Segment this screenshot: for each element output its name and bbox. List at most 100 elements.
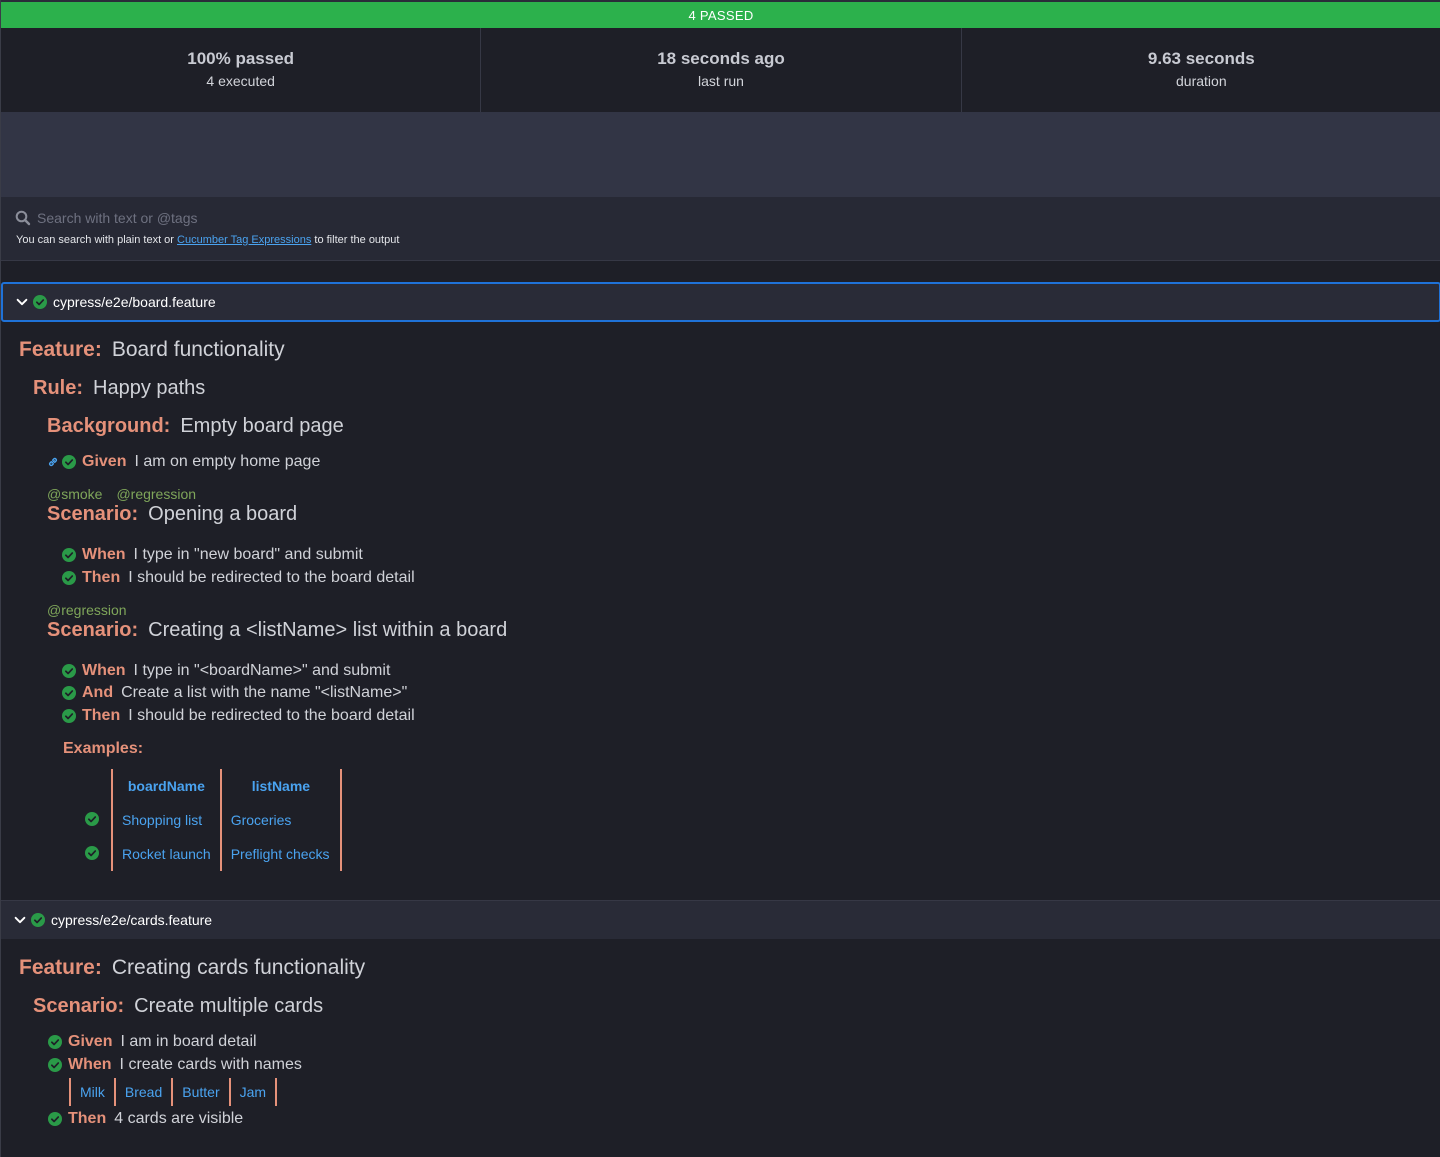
status-banner: 4 PASSED <box>1 2 1440 28</box>
cell-end <box>340 803 343 837</box>
example-cell: Rocket launch <box>111 837 220 871</box>
help-suffix: to filter the output <box>311 234 400 246</box>
header-cell: listName <box>219 769 340 803</box>
passed-check-icon <box>85 846 99 860</box>
datatable-end <box>275 1078 278 1106</box>
report-page: 4 PASSED 100% passed 4 executed 18 secon… <box>0 0 1440 1157</box>
rule-keyword: Rule: <box>33 377 83 399</box>
stat-value: 100% passed <box>187 49 295 68</box>
passed-check-icon <box>85 812 99 826</box>
step-text: I type in "<boardName>" and submit <box>133 662 391 679</box>
feature-path: cypress/e2e/board.feature <box>53 294 216 310</box>
feature-path: cypress/e2e/cards.feature <box>51 912 213 928</box>
status-cell <box>85 803 111 837</box>
tag-expressions-link[interactable]: Cucumber Tag Expressions <box>177 234 311 246</box>
passed-check-icon <box>62 455 76 469</box>
scenario-tags: @regression <box>47 602 141 620</box>
background-title: Background: Empty board page <box>47 415 344 438</box>
stat-last-run: 18 seconds ago last run <box>481 28 962 112</box>
background-name: Empty board page <box>180 415 344 437</box>
tag[interactable]: @regression <box>47 602 127 618</box>
feature-title: Feature: Creating cards functionality <box>19 956 365 980</box>
passed-check-icon <box>48 1035 62 1049</box>
passed-check-icon <box>33 295 47 309</box>
search-row <box>15 210 637 226</box>
background-keyword: Background: <box>47 415 171 437</box>
stats-panel: 100% passed 4 executed 18 seconds ago la… <box>1 28 1440 112</box>
empty-panel <box>1 112 1440 197</box>
header-cell: boardName <box>111 769 220 803</box>
step-text: 4 cards are visible <box>114 1110 244 1127</box>
feature-title: Feature: Board functionality <box>19 338 285 362</box>
feature-header-board[interactable]: cypress/e2e/board.feature <box>1 282 1440 322</box>
datatable-cell: Milk <box>69 1078 114 1106</box>
stat-value: 18 seconds ago <box>657 49 785 68</box>
step-keyword: Then <box>82 707 121 724</box>
chevron-down-icon[interactable] <box>13 913 27 927</box>
feature-keyword: Feature: <box>19 956 102 979</box>
stat-duration: 9.63 seconds duration <box>962 28 1440 112</box>
step-text: I am on empty home page <box>134 453 321 470</box>
tag[interactable]: @regression <box>116 486 196 502</box>
passed-check-icon <box>62 548 76 562</box>
stat-label: duration <box>1176 73 1227 89</box>
examples-header-row: boardName listName <box>85 769 343 803</box>
examples-row[interactable]: Rocket launch Preflight checks <box>85 837 343 871</box>
rule-name: Happy paths <box>93 377 206 399</box>
stat-label: 4 executed <box>206 73 275 89</box>
scenario-tags: @smoke @regression <box>47 486 210 504</box>
help-prefix: You can search with plain text or <box>16 234 178 246</box>
tag[interactable]: @smoke <box>47 486 102 502</box>
passed-check-icon <box>62 571 76 585</box>
scenario-title: Scenario: Opening a board <box>47 503 297 526</box>
passed-check-icon <box>48 1112 62 1126</box>
example-cell: Groceries <box>219 803 340 837</box>
step-keyword: Given <box>82 453 127 470</box>
feature-name: Creating cards functionality <box>111 956 366 979</box>
passed-check-icon <box>62 686 76 700</box>
cell-end <box>340 769 343 803</box>
search-icon <box>15 210 31 226</box>
rule-title: Rule: Happy paths <box>33 377 205 400</box>
example-cell: Shopping list <box>111 803 220 837</box>
step-text: I type in "new board" and submit <box>133 546 363 563</box>
step-keyword: Then <box>82 569 121 586</box>
scenario-keyword: Scenario: <box>47 503 139 525</box>
passed-check-icon <box>62 709 76 723</box>
link-icon[interactable] <box>47 456 59 468</box>
example-cell: Preflight checks <box>219 837 340 871</box>
examples-row[interactable]: Shopping list Groceries <box>85 803 343 837</box>
cell-end <box>340 837 343 871</box>
step-keyword: When <box>82 662 126 679</box>
step-row: And Create a list with the name "<listNa… <box>62 682 407 704</box>
scenario-title: Scenario: Create multiple cards <box>33 995 323 1018</box>
step-datatable: Milk Bread Butter Jam <box>69 1078 278 1106</box>
step-row: Given I am on empty home page <box>47 451 320 473</box>
step-text: Create a list with the name "<listName>" <box>121 684 408 701</box>
search-input[interactable] <box>37 210 637 226</box>
step-row: When I create cards with names <box>48 1054 302 1076</box>
step-keyword: When <box>82 546 126 563</box>
passed-check-icon <box>62 664 76 678</box>
datatable-cell: Bread <box>113 1078 171 1106</box>
passed-check-icon <box>48 1058 62 1072</box>
step-row: Then I should be redirected to the board… <box>62 705 415 727</box>
step-keyword: When <box>68 1056 112 1073</box>
step-keyword: Given <box>68 1033 113 1050</box>
chevron-down-icon[interactable] <box>15 295 29 309</box>
scenario-keyword: Scenario: <box>47 619 139 641</box>
step-text: I should be redirected to the board deta… <box>128 569 415 586</box>
step-keyword: And <box>82 684 114 701</box>
stat-passed: 100% passed 4 executed <box>1 28 482 112</box>
step-text: I am in board detail <box>120 1033 257 1050</box>
step-row: When I type in "<boardName>" and submit <box>62 660 390 682</box>
step-row: Then I should be redirected to the board… <box>62 567 415 589</box>
datatable-cell: Butter <box>171 1078 228 1106</box>
examples-table: boardName listName Shopping list Groceri… <box>85 769 343 871</box>
datatable-cell: Jam <box>228 1078 275 1106</box>
feature-keyword: Feature: <box>19 338 102 361</box>
status-cell <box>85 769 111 803</box>
search-area: You can search with plain text or Cucumb… <box>1 197 1440 261</box>
step-row: Then 4 cards are visible <box>48 1108 243 1130</box>
feature-header-cards[interactable]: cypress/e2e/cards.feature <box>1 900 1440 939</box>
